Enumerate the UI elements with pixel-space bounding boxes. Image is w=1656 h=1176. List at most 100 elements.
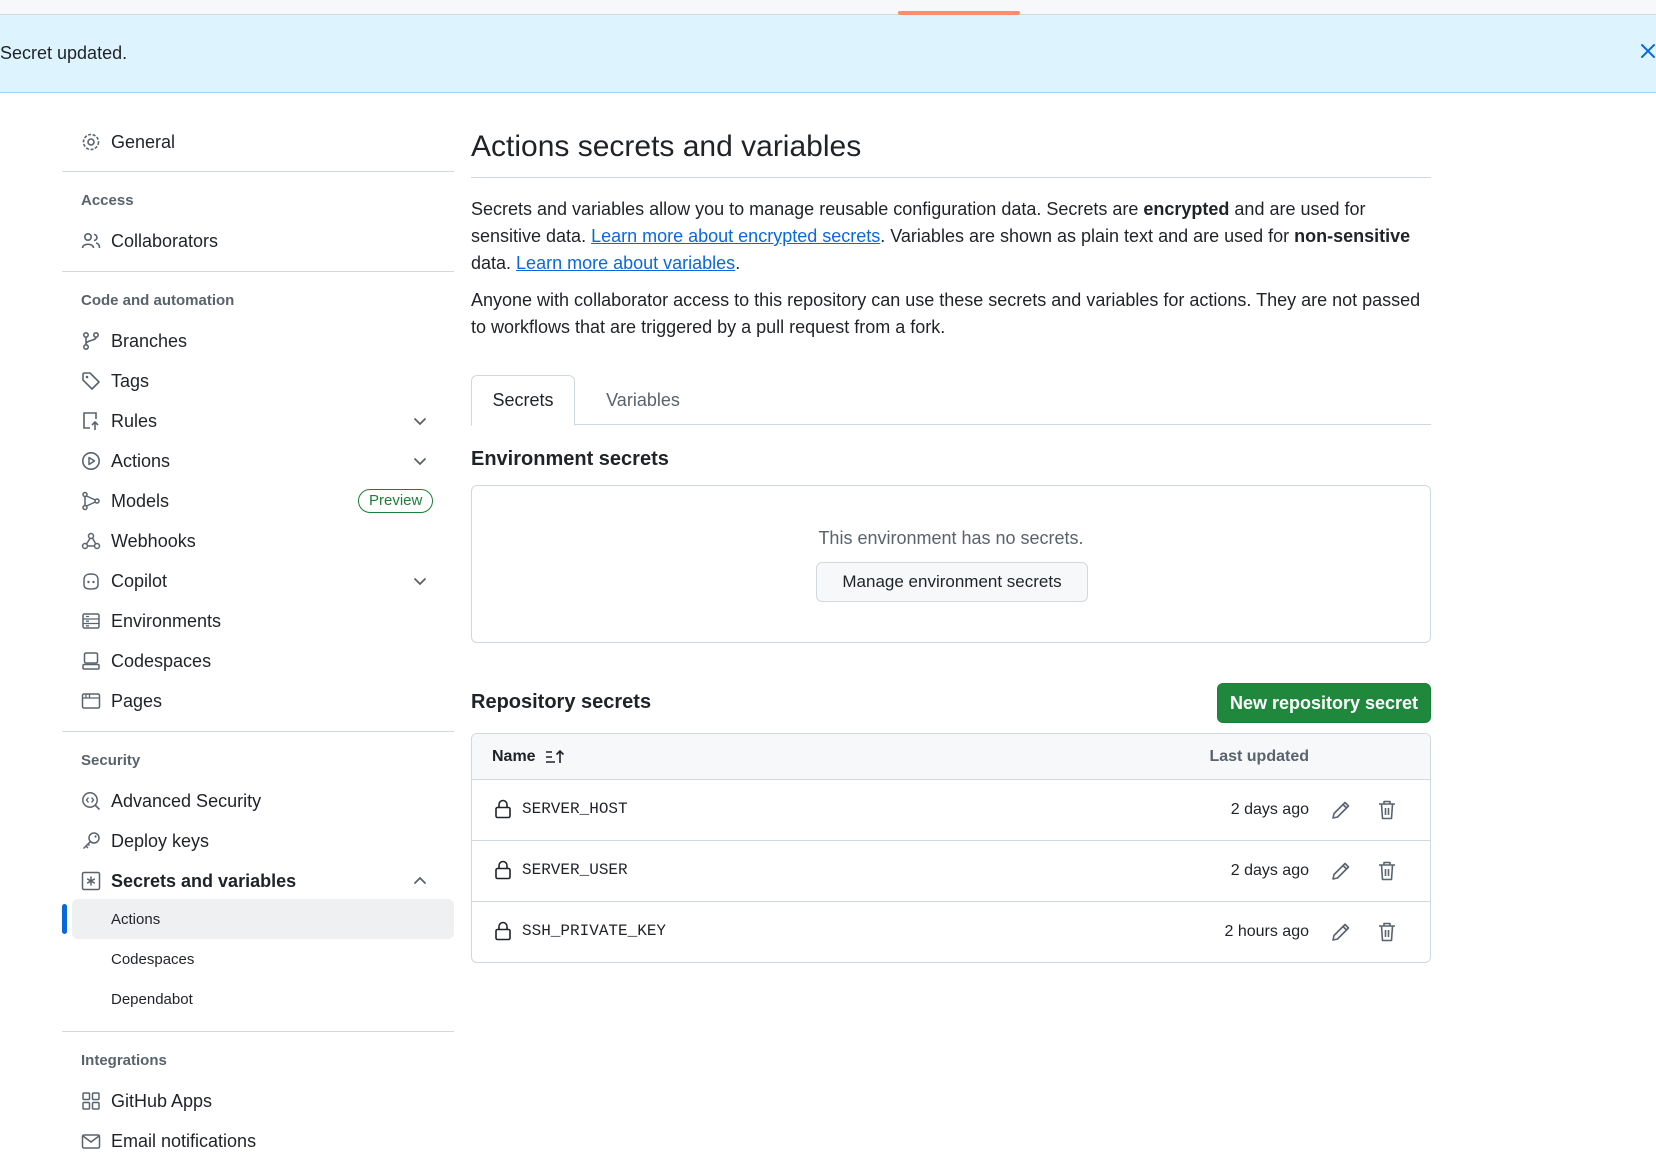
preview-badge: Preview [358,489,434,513]
sidebar-divider [62,171,454,172]
server-icon [81,611,101,631]
sidebar-item-email-notifications[interactable]: Email notifications [62,1121,454,1161]
environment-secrets-box: This environment has no secrets. Manage … [471,485,1431,643]
sidebar-item-pages[interactable]: Pages [62,681,454,721]
repository-secrets-table: Name Last updated SERVER_HOST 2 days ago [471,733,1431,963]
learn-variables-link[interactable]: Learn more about variables [516,253,735,273]
secret-name: SERVER_HOST [522,800,628,818]
active-indicator [62,904,67,934]
secrets-variables-tabs: Secrets Variables [471,375,1431,426]
flash-message: Secret updated. [0,43,128,63]
sidebar-item-webhooks[interactable]: Webhooks [62,521,454,561]
secret-last-updated: 2 days ago [1230,862,1309,879]
desc-bold: encrypted [1143,199,1230,219]
title-divider [471,177,1431,178]
sidebar-item-advanced-security[interactable]: Advanced Security [62,781,454,821]
sort-icon[interactable] [544,747,566,767]
chevron-down-icon[interactable] [410,451,430,471]
sidebar-item-label: Actions [111,450,171,471]
sidebar-item-branches[interactable]: Branches [62,321,454,361]
sidebar-item-actions[interactable]: Actions [62,441,454,481]
tab-variables[interactable]: Variables [593,375,693,426]
sidebar-item-label: Secrets and variables [111,870,297,891]
top-nav-strip [0,0,1656,15]
sidebar-item-general[interactable]: General [62,122,454,162]
sidebar-item-label: Tags [111,370,150,391]
chevron-down-icon[interactable] [410,571,430,591]
description-access: Anyone with collaborator access to this … [471,290,1421,337]
sidebar-item-label: GitHub Apps [111,1090,213,1111]
people-icon [81,231,101,251]
sidebar-item-label: Codespaces [111,650,212,671]
manage-environment-secrets-button[interactable]: Manage environment secrets [816,562,1088,602]
sidebar-item-label: Deploy keys [111,830,210,851]
sidebar-divider [62,1031,454,1032]
secret-last-updated: 2 hours ago [1224,923,1309,940]
sidebar-divider [62,731,454,732]
sidebar-item-label: Models [111,490,170,511]
column-header-last-updated: Last updated [1209,748,1309,765]
sidebar-item-github-apps[interactable]: GitHub Apps [62,1081,454,1121]
table-row: SERVER_HOST 2 days ago [472,780,1430,841]
lock-icon [494,921,512,941]
table-row: SERVER_USER 2 days ago [472,841,1430,902]
trash-icon[interactable] [1375,798,1399,822]
pencil-icon[interactable] [1329,798,1353,822]
pencil-icon[interactable] [1329,920,1353,944]
empty-state-text: This environment has no secrets. [818,528,1084,548]
table-row: SSH_PRIVATE_KEY 2 hours ago [472,902,1430,962]
sidebar-item-label: Branches [111,330,188,351]
desc-text: . [735,253,741,273]
sidebar-item-label: Copilot [111,570,168,591]
sidebar-item-label: Advanced Security [111,790,262,811]
trash-icon[interactable] [1375,859,1399,883]
sidebar-item-collaborators[interactable]: Collaborators [62,221,454,261]
sidebar-item-models[interactable]: Models Preview [62,481,454,521]
key-icon [81,831,101,851]
close-icon[interactable] [1636,39,1656,63]
pencil-icon[interactable] [1329,859,1353,883]
lock-icon [494,860,512,880]
browser-icon [81,691,101,711]
desc-bold: non-sensitive [1294,226,1411,246]
secret-last-updated: 2 days ago [1230,801,1309,818]
sidebar-item-deploy-keys[interactable]: Deploy keys [62,821,454,861]
sidebar-item-rules[interactable]: Rules [62,401,454,441]
column-header-name: Name [492,748,536,765]
sidebar-subitem-codespaces[interactable]: Codespaces [72,939,454,979]
environment-secrets-heading: Environment secrets [471,448,669,470]
sidebar-item-copilot[interactable]: Copilot [62,561,454,601]
sidebar-item-environments[interactable]: Environments [62,601,454,641]
desc-text: Secrets and variables allow you to manag… [471,199,1144,219]
chevron-up-icon[interactable] [410,871,430,891]
tab-secrets[interactable]: Secrets [471,375,575,426]
trash-icon[interactable] [1375,920,1399,944]
sidebar-item-tags[interactable]: Tags [62,361,454,401]
sidebar-item-label: Webhooks [111,530,196,551]
webhook-icon [81,531,101,551]
lock-icon [494,799,512,819]
chevron-down-icon[interactable] [410,411,430,431]
sidebar-section-security: Security [81,752,141,769]
desc-text: . Variables are shown as plain text and … [880,226,1295,246]
flash-banner: Secret updated. [0,15,1656,93]
rules-icon [81,411,101,431]
gear-icon [81,132,101,152]
sidebar-subitem-dependabot[interactable]: Dependabot [72,979,454,1019]
sidebar-item-label: General [111,131,176,152]
sidebar-divider [62,271,454,272]
play-icon [81,451,101,471]
sidebar-item-label: Collaborators [111,230,219,251]
sidebar-subitem-actions[interactable]: Actions [72,899,454,939]
apps-icon [81,1091,101,1111]
sidebar-item-codespaces[interactable]: Codespaces [62,641,454,681]
sidebar-section-code-automation: Code and automation [81,292,235,309]
sidebar-item-label: Pages [111,690,163,711]
sidebar-item-label: Email notifications [111,1130,257,1151]
page-title: Actions secrets and variables [471,130,862,163]
sidebar-item-secrets-and-variables[interactable]: Secrets and variables [62,861,454,901]
new-repository-secret-button[interactable]: New repository secret [1217,683,1431,723]
learn-encrypted-secrets-link[interactable]: Learn more about encrypted secrets [591,226,880,246]
sidebar-section-integrations: Integrations [81,1052,167,1069]
secret-name: SSH_PRIVATE_KEY [522,922,667,940]
